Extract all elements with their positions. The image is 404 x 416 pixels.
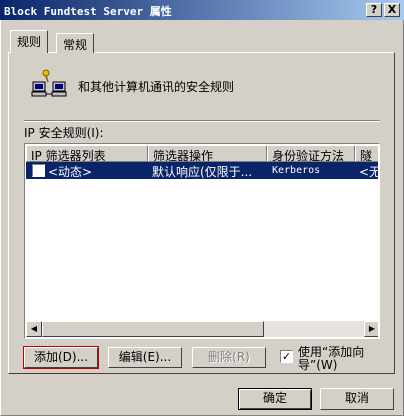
table-row[interactable]: <动态> 默认响应(仅限于... Kerberos <无: [26, 162, 378, 179]
cell-tunnel: <无: [359, 165, 378, 179]
scroll-thumb[interactable]: [42, 321, 264, 337]
window-title: Block Fundtest Server 属性: [4, 5, 172, 18]
cell-filter-action: 默认响应(仅限于...: [152, 165, 253, 179]
column-header-auth-method[interactable]: 身份验证方法: [267, 145, 355, 162]
horizontal-scrollbar[interactable]: ◀ ▶: [26, 321, 378, 337]
rules-description: 和其他计算机通讯的安全规则: [78, 80, 235, 94]
column-header-filter-action[interactable]: 筛选器操作: [148, 145, 267, 162]
ip-security-rules-label: IP 安全规则(I):: [24, 126, 104, 140]
rules-list[interactable]: IP 筛选器列表 筛选器操作 身份验证方法 隧 <动态> 默认响应(仅限于...…: [24, 143, 380, 339]
cell-auth-method: Kerberos: [272, 165, 321, 176]
cell-filter-list: <动态>: [48, 165, 93, 179]
column-header-tunnel[interactable]: 隧: [355, 145, 378, 162]
cancel-button[interactable]: 取消: [320, 388, 394, 410]
help-button[interactable]: ?: [366, 3, 382, 17]
tab-general[interactable]: 常规: [56, 33, 95, 53]
edit-button[interactable]: 编辑(E)...: [108, 347, 182, 368]
tab-rules[interactable]: 规则: [10, 30, 49, 53]
remove-button[interactable]: 删除(R): [192, 347, 266, 368]
rule-checkbox[interactable]: [32, 164, 45, 177]
add-button[interactable]: 添加(D)...: [23, 346, 99, 369]
scroll-left-icon[interactable]: ◀: [26, 321, 42, 337]
divider: [24, 120, 380, 122]
column-header-filter-list[interactable]: IP 筛选器列表: [26, 145, 148, 162]
close-button[interactable]: X: [384, 3, 400, 17]
title-bar[interactable]: Block Fundtest Server 属性 ? X: [0, 0, 404, 20]
network-computers-icon: [31, 69, 67, 97]
ok-button[interactable]: 确定: [238, 388, 312, 410]
use-add-wizard-checkbox[interactable]: ✓: [280, 350, 293, 363]
use-add-wizard-label: 使用“添加向导”(W): [298, 345, 365, 372]
scroll-right-icon[interactable]: ▶: [364, 321, 378, 337]
